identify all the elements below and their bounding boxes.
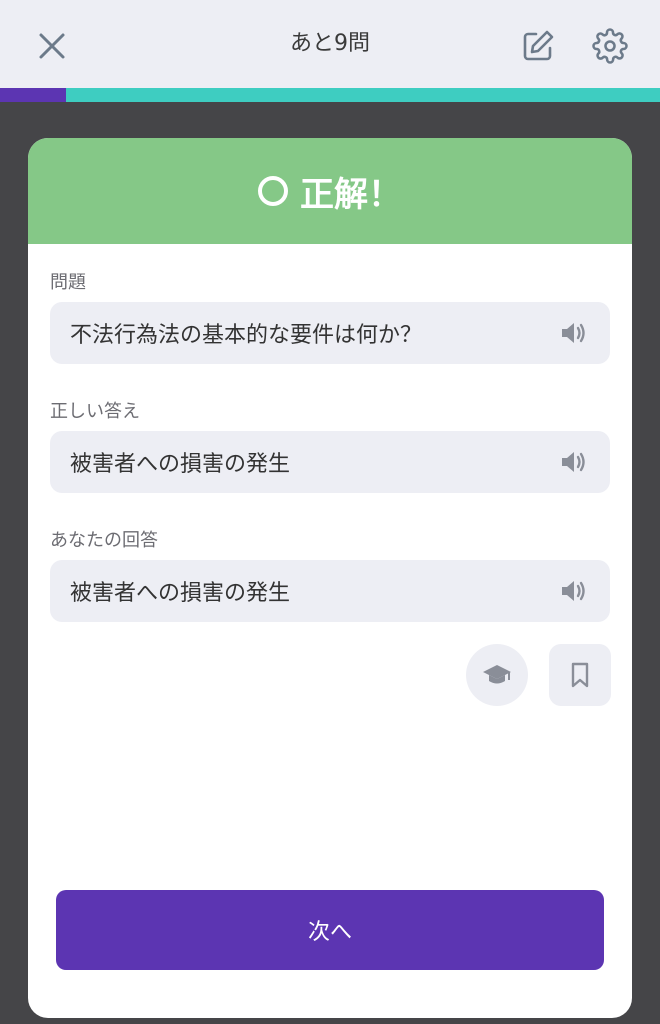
question-label: 問題 bbox=[50, 272, 86, 293]
your-answer-speaker-button[interactable] bbox=[558, 575, 590, 607]
progress-bar bbox=[0, 88, 660, 102]
graduation-cap-icon bbox=[483, 665, 511, 684]
speaker-icon bbox=[562, 452, 585, 472]
bookmark-icon bbox=[571, 662, 589, 688]
circle-icon bbox=[258, 176, 288, 206]
settings-icon bbox=[592, 28, 628, 64]
your-answer-text: 被害者への損害の発生 bbox=[70, 581, 291, 606]
speaker-icon bbox=[562, 581, 585, 601]
next-button[interactable]: 次へ bbox=[56, 890, 604, 970]
question-box: 不法行為法の基本的な要件は何か？ bbox=[50, 302, 610, 364]
speaker-icon bbox=[562, 323, 585, 343]
result-card: 正解！ 問題 不法行為法の基本的な要件は何か？ 正しい答え 被害者への損害の発生… bbox=[28, 138, 632, 1018]
edit-icon bbox=[523, 30, 554, 61]
your-answer-label: あなたの回答 bbox=[50, 530, 158, 551]
correct-answer-text: 被害者への損害の発生 bbox=[70, 452, 291, 477]
correct-answer-label: 正しい答え bbox=[50, 401, 140, 422]
correct-answer-box: 被害者への損害の発生 bbox=[50, 431, 610, 493]
your-answer-box: 被害者への損害の発生 bbox=[50, 560, 610, 622]
edit-button[interactable] bbox=[516, 24, 560, 68]
progress-fill bbox=[0, 88, 66, 102]
top-bar: あと9問 bbox=[0, 0, 660, 88]
study-button[interactable] bbox=[466, 644, 528, 706]
result-banner: 正解！ bbox=[28, 138, 632, 244]
settings-button[interactable] bbox=[588, 24, 632, 68]
correct-answer-speaker-button[interactable] bbox=[558, 446, 590, 478]
bookmark-button[interactable] bbox=[549, 644, 611, 706]
remaining-count-title: あと9問 bbox=[290, 31, 370, 56]
question-speaker-button[interactable] bbox=[558, 317, 590, 349]
question-text: 不法行為法の基本的な要件は何か？ bbox=[70, 323, 423, 348]
result-label: 正解！ bbox=[300, 174, 402, 215]
